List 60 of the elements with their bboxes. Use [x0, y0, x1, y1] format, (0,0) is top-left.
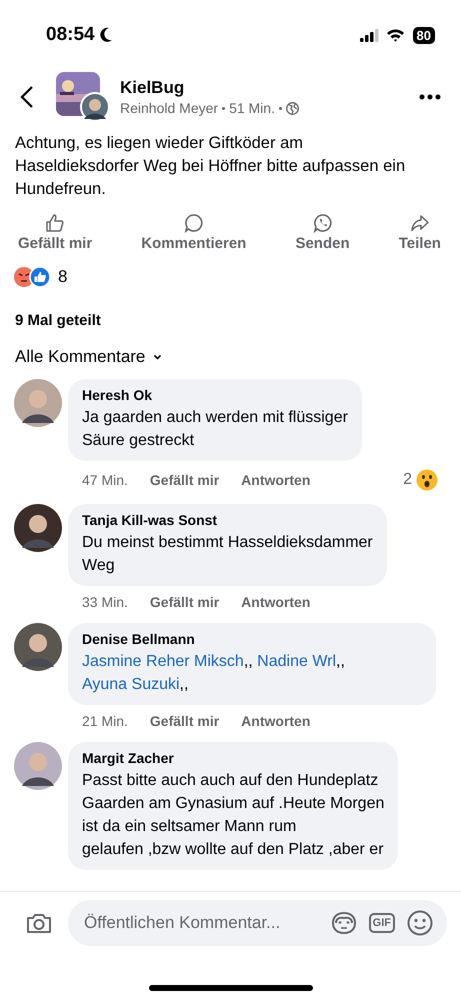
separator-dot	[278, 106, 282, 110]
comment-time: 47 Min.	[82, 472, 128, 488]
page-name[interactable]: KielBug	[120, 78, 409, 98]
user-avatar[interactable]	[80, 92, 110, 122]
speech-bubble-icon	[184, 213, 204, 233]
like-link[interactable]: Gefällt mir	[150, 472, 220, 488]
reply-link[interactable]: Antworten	[241, 594, 310, 610]
like-link[interactable]: Gefällt mir	[150, 713, 220, 729]
more-icon[interactable]	[419, 94, 441, 100]
commenter-avatar[interactable]	[14, 623, 62, 671]
chevron-down-icon	[153, 354, 162, 360]
battery-indicator: 80	[412, 26, 435, 44]
post-text: Achtung, es liegen wieder Giftköder am Haseldieksdorfer Weg bei Höffner bitte aufpassen ein Hundefreun.	[15, 133, 406, 200]
mention-link[interactable]: Jasmine Reher Miksch	[82, 653, 244, 670]
reply-link[interactable]: Antworten	[241, 472, 310, 488]
comment-time: 21 Min.	[82, 713, 128, 729]
wow-emoji-icon[interactable]	[416, 469, 438, 491]
wifi-icon	[386, 28, 405, 42]
comment-time: 33 Min.	[82, 594, 128, 610]
back-icon[interactable]	[20, 85, 34, 109]
globe-icon	[286, 102, 299, 114]
comment-filter-dropdown[interactable]: Alle Kommentare	[15, 347, 162, 367]
comment-text: ,,	[336, 653, 345, 670]
share-arrow-icon	[410, 213, 430, 233]
commenter-name[interactable]: Tanja Kill-was Sonst	[82, 512, 373, 528]
signal-icon	[360, 28, 380, 42]
comment-input[interactable]: Öffentlichen Kommentar... GIF	[68, 900, 447, 946]
camera-icon[interactable]	[26, 912, 52, 934]
comment-text: ,,	[244, 653, 254, 670]
like-link[interactable]: Gefällt mir	[150, 594, 220, 610]
reply-link[interactable]: Antworten	[241, 713, 310, 729]
phone-bubble-icon	[312, 213, 333, 233]
action-button[interactable]: Teilen	[392, 213, 447, 252]
post-time: 51 Min.	[229, 100, 275, 116]
gif-button[interactable]: GIF	[368, 913, 395, 933]
mention-link[interactable]: Nadine Wrl	[257, 653, 336, 670]
post-author[interactable]: Reinhold Meyer	[120, 100, 218, 116]
action-button[interactable]: Senden	[289, 213, 356, 252]
action-button[interactable]: Gefällt mir	[12, 213, 98, 252]
thumbs-up-icon	[45, 213, 66, 233]
commenter-avatar[interactable]	[14, 742, 62, 790]
mention-link[interactable]: Ayuna Suzuki	[82, 676, 180, 693]
status-time: 08:54	[46, 24, 95, 46]
commenter-avatar[interactable]	[14, 504, 62, 552]
commenter-avatar[interactable]	[14, 379, 62, 427]
commenter-name[interactable]: Denise Bellmann	[82, 631, 422, 647]
moon-icon	[98, 27, 113, 43]
comment-text: Ja gaarden auch werden mit flüssiger Säure gestreckt	[82, 409, 348, 449]
share-count[interactable]: 9 Mal geteilt	[0, 288, 461, 329]
commenter-name[interactable]: Margit Zacher	[82, 750, 384, 766]
avatar-sticker-icon[interactable]	[330, 911, 357, 935]
action-button[interactable]: Kommentieren	[135, 213, 252, 252]
separator-dot	[222, 106, 226, 110]
smiley-icon[interactable]	[407, 910, 433, 936]
comment-text: Du meinst bestimmt Hasseldieksdammer Weg	[82, 534, 373, 574]
comment-text: ,,	[180, 676, 188, 693]
reaction-count[interactable]: 8	[58, 267, 68, 287]
comment-text: Passt bitte auch auch auf den Hundeplatz Gaarden am Gynasium auf .Heute Morgen ist da ein seltsamer Mann rum gelaufen ,bzw wollte auf den Platz ,aber er	[82, 772, 384, 858]
comment-reaction-count[interactable]: 2	[403, 471, 412, 489]
commenter-name[interactable]: Heresh Ok	[82, 387, 348, 403]
